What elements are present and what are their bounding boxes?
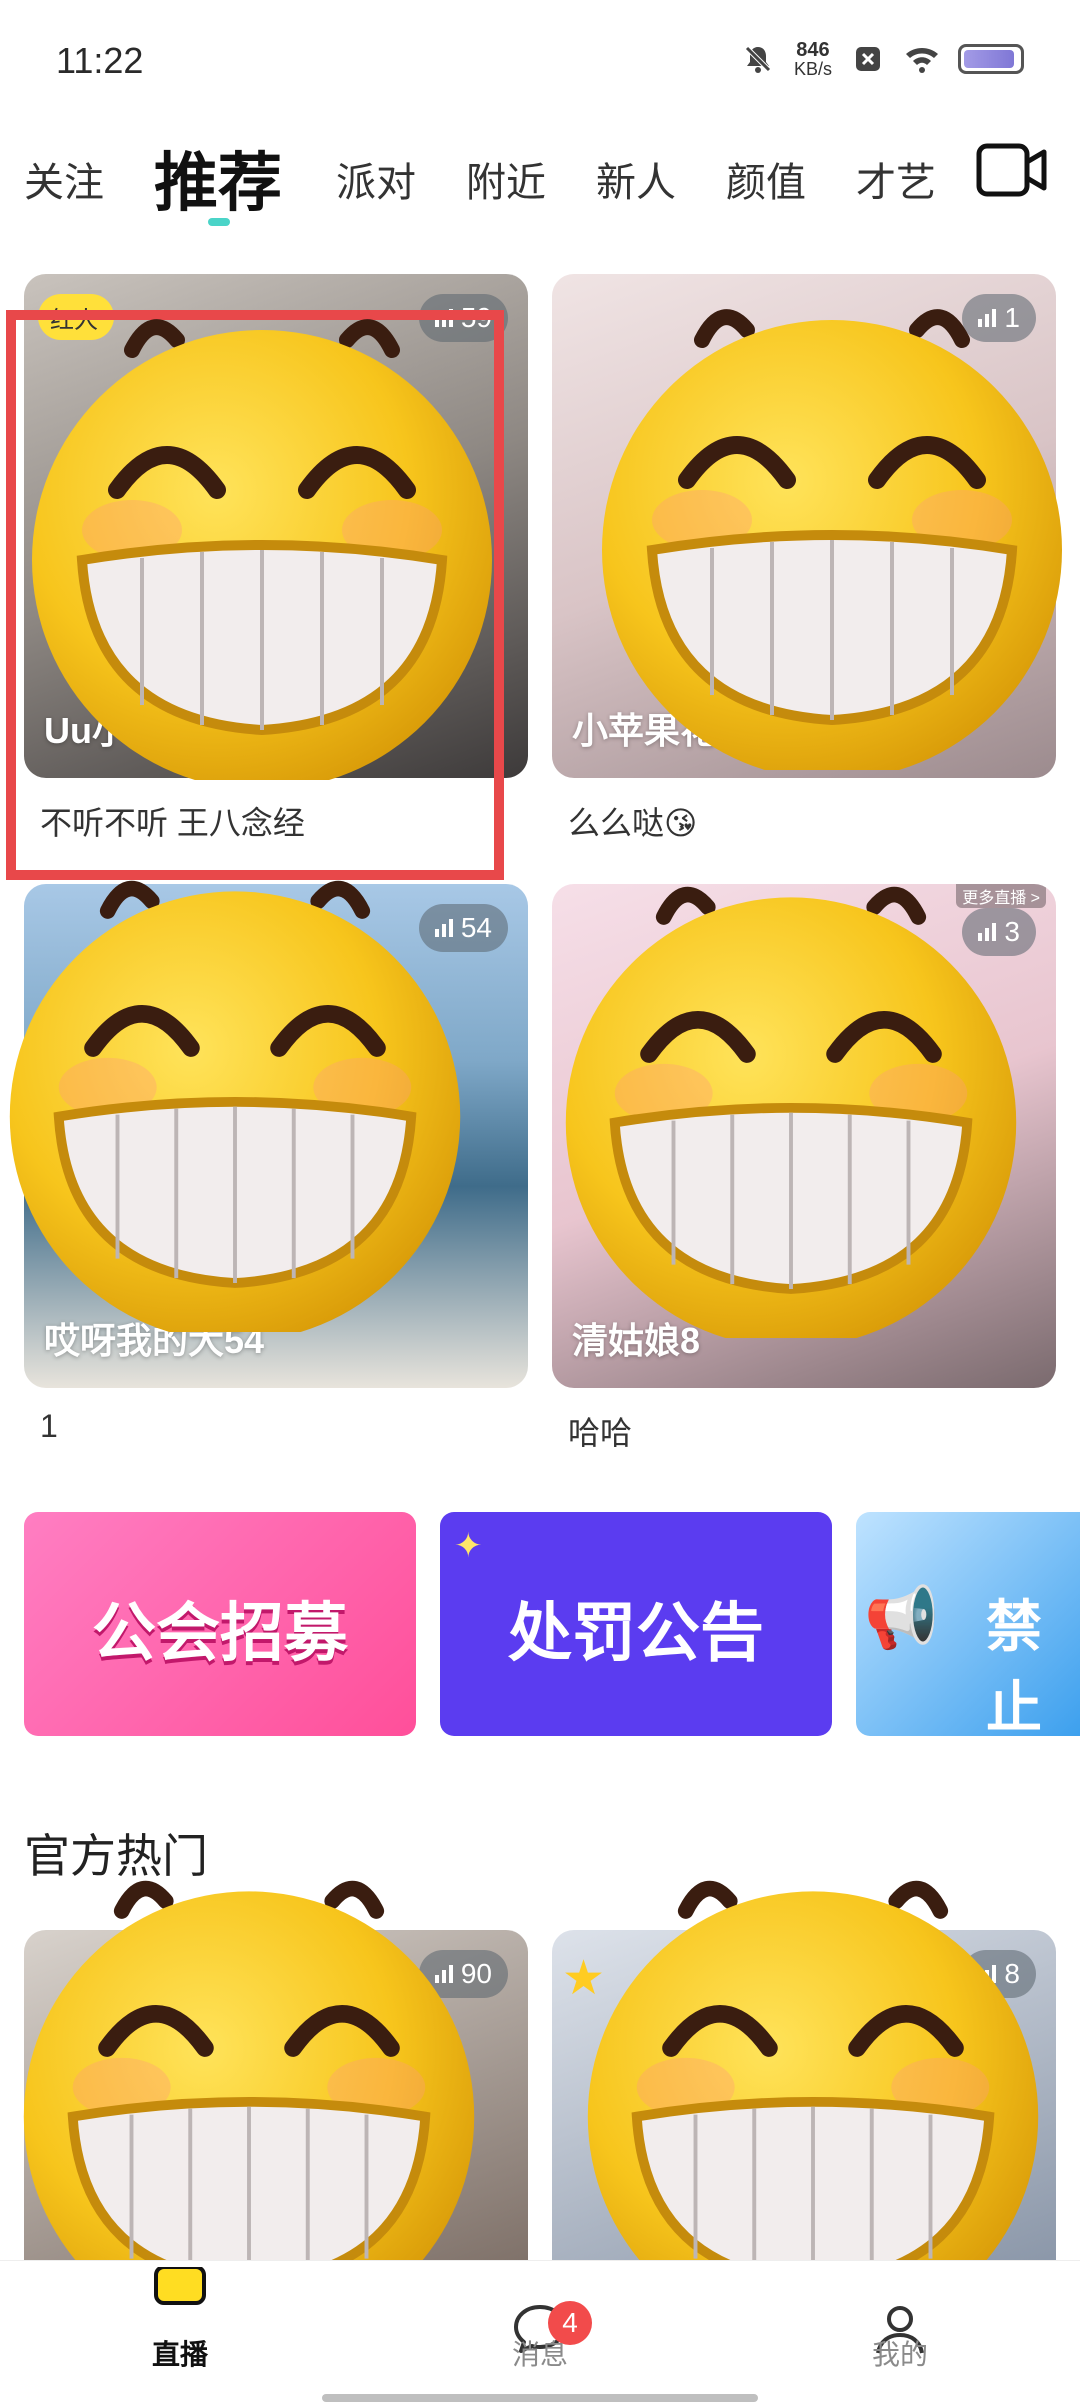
wifi-icon <box>904 41 940 77</box>
ban-notice-banner[interactable]: 📢 禁止 <box>856 1512 1080 1736</box>
sim-off-icon <box>850 41 886 77</box>
room-subtitle: 哈哈 <box>568 1415 633 1451</box>
video-camera-icon[interactable] <box>976 140 1048 200</box>
tab-talent[interactable]: 才艺 <box>856 150 936 208</box>
status-time: 11:22 <box>56 40 144 81</box>
mute-bell-icon <box>740 41 776 77</box>
smiley-mask-icon <box>22 300 502 780</box>
bottom-navigation: 直播 4 消息 我的 <box>0 2260 1080 2408</box>
room-subtitle: 么么哒😘 <box>568 805 698 841</box>
sparkle-icon: ✦ <box>454 1527 483 1565</box>
tab-newcomer[interactable]: 新人 <box>596 150 676 208</box>
tab-nearby[interactable]: 附近 <box>466 150 546 208</box>
smiley-mask-icon <box>0 862 470 1332</box>
active-tab-indicator <box>208 218 230 226</box>
nav-messages[interactable]: 4 消息 <box>440 2261 640 2408</box>
tab-looks[interactable]: 颜值 <box>726 150 806 208</box>
tab-recommend[interactable]: 推荐 <box>154 132 282 224</box>
megaphone-icon: 📢 <box>864 1584 939 1651</box>
nav-live[interactable]: 直播 <box>80 2261 280 2408</box>
smiley-mask-icon <box>592 290 1072 770</box>
battery-icon <box>958 44 1024 74</box>
status-icons: 846 KB/s <box>740 40 1024 78</box>
tab-follow[interactable]: 关注 <box>24 150 104 208</box>
smiley-mask-icon <box>556 868 1026 1338</box>
home-indicator[interactable] <box>322 2394 758 2402</box>
nav-profile[interactable]: 我的 <box>800 2261 1000 2408</box>
tab-party[interactable]: 派对 <box>336 150 416 208</box>
network-speed: 846 KB/s <box>793 39 832 79</box>
penalty-notice-banner[interactable]: ✦ 处罚公告 <box>440 1512 832 1736</box>
guild-recruit-banner[interactable]: 公会招募 <box>24 1512 416 1736</box>
live-tv-icon <box>154 2267 206 2305</box>
room-subtitle: 1 <box>40 1408 58 1444</box>
status-bar: 11:22 846 KB/s <box>0 0 1080 120</box>
top-tab-bar: 关注 推荐 派对 附近 新人 颜值 才艺 <box>0 128 1080 238</box>
